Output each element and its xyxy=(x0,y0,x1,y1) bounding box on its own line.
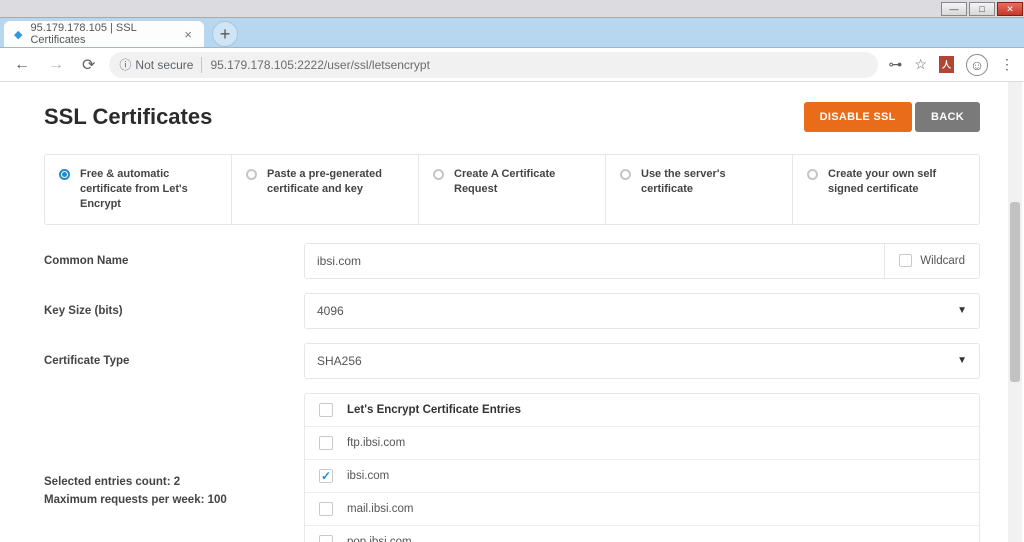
scroll-thumb[interactable] xyxy=(1010,202,1020,382)
cert-source-tab[interactable]: Free & automatic certificate from Let's … xyxy=(45,155,232,224)
omnibox-divider xyxy=(201,57,202,73)
url-text: 95.179.178.105:2222/user/ssl/letsencrypt xyxy=(210,58,429,72)
toolbar-icons: ⊶ ☆ 人 ☺ ⋮ xyxy=(888,54,1014,76)
entry-checkbox[interactable] xyxy=(319,502,333,516)
cert-source-tab-label: Free & automatic certificate from Let's … xyxy=(80,167,217,212)
kebab-menu-icon[interactable]: ⋮ xyxy=(1000,56,1014,73)
cert-source-tab[interactable]: Create your own self signed certificate xyxy=(793,155,979,224)
common-name-row: Common Name Wildcard xyxy=(44,243,980,279)
key-size-row: Key Size (bits) 4096 ▼ xyxy=(44,293,980,329)
tab-favicon-icon: ◆ xyxy=(12,27,24,41)
profile-avatar-icon[interactable]: ☺ xyxy=(966,54,988,76)
key-size-select[interactable]: 4096 ▼ xyxy=(304,293,980,329)
nav-reload-button[interactable]: ⟳ xyxy=(78,53,99,77)
window-maximize-button[interactable]: □ xyxy=(969,2,995,16)
wildcard-checkbox[interactable] xyxy=(899,254,912,267)
browser-toolbar: ← → ⟳ ⓘ Not secure 95.179.178.105:2222/u… xyxy=(0,48,1024,82)
cert-source-tab-label: Create A Certificate Request xyxy=(454,167,591,197)
select-all-checkbox[interactable] xyxy=(319,403,333,417)
info-icon: ⓘ xyxy=(119,56,131,73)
bookmark-icon[interactable]: ☆ xyxy=(914,56,927,73)
chevron-down-icon: ▼ xyxy=(957,305,967,316)
common-name-input[interactable] xyxy=(304,243,885,279)
browser-tab-title: 95.179.178.105 | SSL Certificates xyxy=(30,22,176,46)
saved-password-icon[interactable]: ⊶ xyxy=(888,56,902,73)
entry-row[interactable]: ✓ ibsi.com xyxy=(305,460,979,493)
cert-source-tab[interactable]: Paste a pre-generated certificate and ke… xyxy=(232,155,419,224)
common-name-input-wrap: Wildcard xyxy=(304,243,980,279)
cert-source-tab-label: Paste a pre-generated certificate and ke… xyxy=(267,167,404,197)
selected-count-label: Selected entries count: 2 xyxy=(44,473,304,491)
entry-row[interactable]: pop.ibsi.com xyxy=(305,526,979,542)
window-close-button[interactable]: ✕ xyxy=(997,2,1023,16)
cert-source-tab[interactable]: Create A Certificate Request xyxy=(419,155,606,224)
entry-row[interactable]: mail.ibsi.com xyxy=(305,493,979,526)
entry-domain: ibsi.com xyxy=(347,470,389,482)
radio-icon xyxy=(620,169,631,180)
header-actions: DISABLE SSL BACK xyxy=(804,102,980,132)
new-tab-button[interactable]: + xyxy=(212,21,238,47)
nav-back-button[interactable]: ← xyxy=(10,54,34,76)
entries-section: Selected entries count: 2 Maximum reques… xyxy=(44,393,980,542)
entry-domain: mail.ibsi.com xyxy=(347,503,413,515)
entries-info: Selected entries count: 2 Maximum reques… xyxy=(44,393,304,510)
radio-icon xyxy=(433,169,444,180)
browser-tab-strip: ◆ 95.179.178.105 | SSL Certificates × + xyxy=(0,18,1024,48)
cert-source-tab[interactable]: Use the server's certificate xyxy=(606,155,793,224)
cert-type-value: SHA256 xyxy=(317,354,362,368)
page-scrollbar[interactable] xyxy=(1008,82,1022,542)
common-name-label: Common Name xyxy=(44,255,304,267)
wildcard-toggle[interactable]: Wildcard xyxy=(885,243,980,279)
back-button[interactable]: BACK xyxy=(915,102,980,132)
pdf-extension-icon[interactable]: 人 xyxy=(939,56,954,73)
address-bar[interactable]: ⓘ Not secure 95.179.178.105:2222/user/ss… xyxy=(109,52,878,78)
entry-checkbox[interactable] xyxy=(319,436,333,450)
page-title: SSL Certificates xyxy=(44,104,212,130)
nav-forward-button[interactable]: → xyxy=(44,54,68,76)
cert-type-row: Certificate Type SHA256 ▼ xyxy=(44,343,980,379)
entry-row[interactable]: ftp.ibsi.com xyxy=(305,427,979,460)
max-requests-label: Maximum requests per week: 100 xyxy=(44,491,304,509)
not-secure-indicator[interactable]: ⓘ Not secure xyxy=(119,56,193,73)
page-content: SSL Certificates DISABLE SSL BACK Free &… xyxy=(0,82,1024,542)
chevron-down-icon: ▼ xyxy=(957,355,967,366)
cert-source-tab-label: Use the server's certificate xyxy=(641,167,778,197)
entry-domain: pop.ibsi.com xyxy=(347,536,412,542)
entry-checkbox[interactable]: ✓ xyxy=(319,469,333,483)
cert-source-tab-label: Create your own self signed certificate xyxy=(828,167,965,197)
entries-table: Let's Encrypt Certificate Entries ftp.ibs… xyxy=(304,393,980,542)
security-label: Not secure xyxy=(135,58,193,72)
tab-close-icon[interactable]: × xyxy=(182,27,194,42)
cert-type-label: Certificate Type xyxy=(44,355,304,367)
certificate-source-tabs: Free & automatic certificate from Let's … xyxy=(44,154,980,225)
radio-icon xyxy=(246,169,257,180)
window-minimize-button[interactable]: — xyxy=(941,2,967,16)
entry-domain: ftp.ibsi.com xyxy=(347,437,405,449)
wildcard-label: Wildcard xyxy=(920,255,965,267)
browser-tab[interactable]: ◆ 95.179.178.105 | SSL Certificates × xyxy=(4,21,204,47)
entry-checkbox[interactable] xyxy=(319,535,333,542)
os-window-bar: — □ ✕ xyxy=(0,0,1024,18)
radio-icon xyxy=(59,169,70,180)
entries-header-row: Let's Encrypt Certificate Entries xyxy=(305,394,979,427)
page-header: SSL Certificates DISABLE SSL BACK xyxy=(44,102,980,132)
radio-icon xyxy=(807,169,818,180)
entries-header-label: Let's Encrypt Certificate Entries xyxy=(347,404,521,416)
key-size-value: 4096 xyxy=(317,304,344,318)
disable-ssl-button[interactable]: DISABLE SSL xyxy=(804,102,912,132)
cert-type-select[interactable]: SHA256 ▼ xyxy=(304,343,980,379)
key-size-label: Key Size (bits) xyxy=(44,305,304,317)
